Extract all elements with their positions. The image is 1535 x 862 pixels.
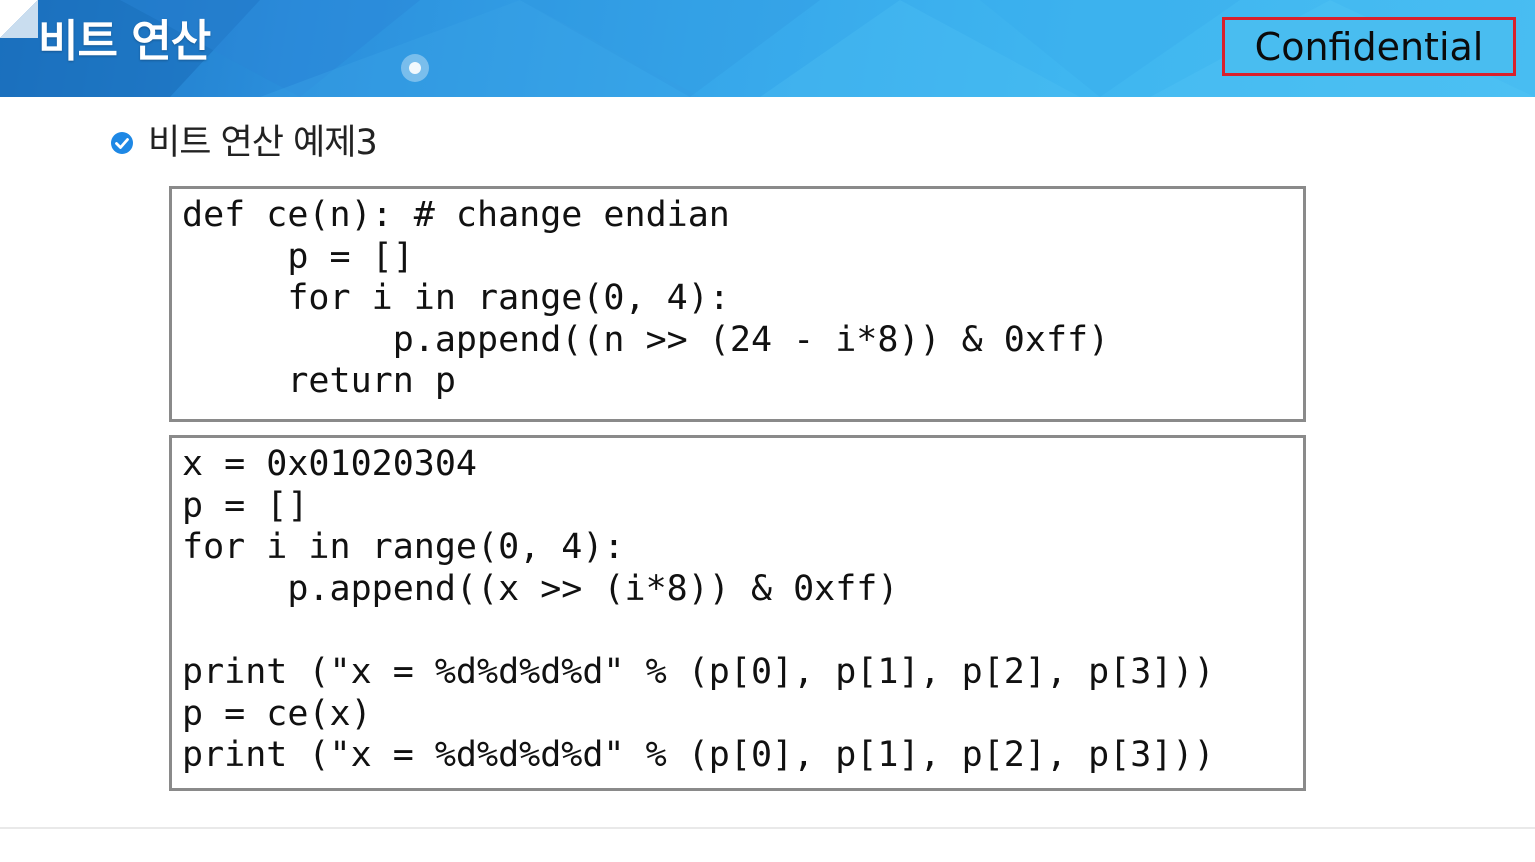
code-lines: def ce(n): # change endian p = [] for i … <box>182 195 1109 403</box>
code-line: p = ce(x) <box>182 693 372 734</box>
code-block-main: x = 0x01020304 p = [] for i in range(0, … <box>169 435 1306 791</box>
code-line: p = [] <box>182 236 414 277</box>
section-title: 비트 연산 예제3 <box>148 123 378 163</box>
code-line: for i in range(0, 4): <box>182 278 730 319</box>
header-title: 비트 연산 <box>38 16 211 67</box>
check-circle-icon <box>111 132 133 154</box>
code-lines: x = 0x01020304 p = [] for i in range(0, … <box>182 444 1215 777</box>
page-fold-icon <box>0 0 38 38</box>
code-line: p = [] <box>182 485 309 526</box>
code-line: for i in range(0, 4): <box>182 527 625 568</box>
confidential-badge-label: Confidential <box>1254 25 1484 69</box>
slide: 비트 연산 Confidential 비트 연산 예제3 def ce(n): … <box>0 0 1535 862</box>
code-line: p.append((n >> (24 - i*8)) & 0xff) <box>182 319 1110 360</box>
code-block-function: def ce(n): # change endian p = [] for i … <box>169 186 1306 422</box>
header-band: 비트 연산 Confidential <box>0 0 1535 97</box>
code-line: return p <box>182 361 456 402</box>
footer-divider <box>0 827 1535 829</box>
code-line: p.append((x >> (i*8)) & 0xff) <box>182 568 899 609</box>
code-line: def ce(n): # change endian <box>182 195 730 235</box>
confidential-badge: Confidential <box>1222 17 1516 76</box>
code-line: print ("x = %d%d%d%d" % (p[0], p[1], p[2… <box>182 735 1215 776</box>
section-heading: 비트 연산 예제3 <box>110 118 378 168</box>
code-line: x = 0x01020304 <box>182 444 478 484</box>
code-line: print ("x = %d%d%d%d" % (p[0], p[1], p[2… <box>182 651 1215 692</box>
code-line-blank <box>182 610 1215 652</box>
